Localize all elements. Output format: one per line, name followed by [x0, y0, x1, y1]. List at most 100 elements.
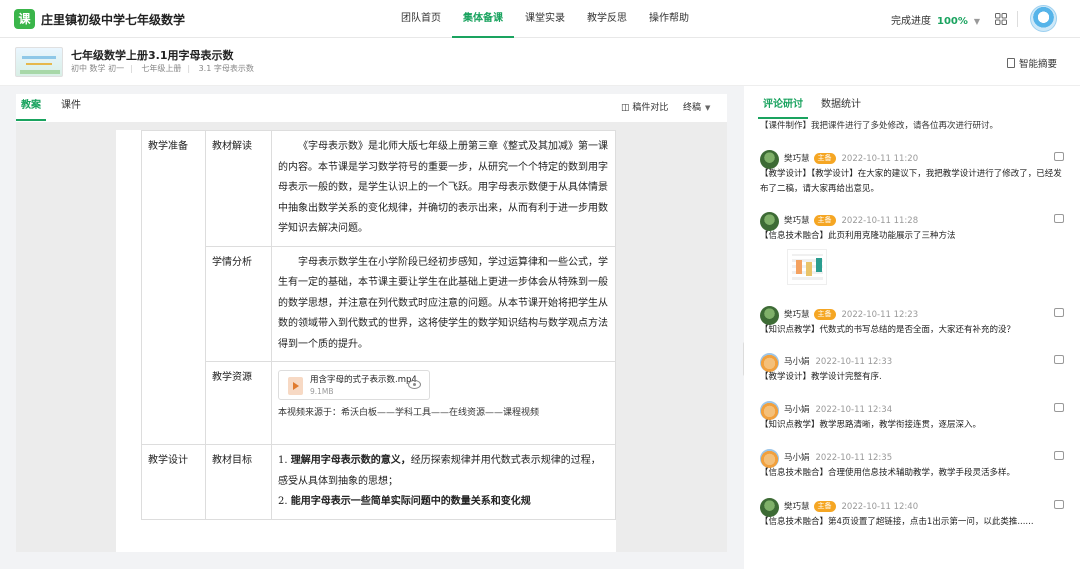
comment-author: 马小娟	[784, 405, 810, 415]
tab-comments[interactable]: 评论研讨	[758, 94, 808, 119]
bottom-spacer	[16, 552, 727, 569]
role-badge: 主备	[813, 501, 836, 512]
thumbs-up-icon[interactable]	[1054, 308, 1064, 317]
label-cell: 教学资源	[205, 361, 272, 445]
comment-time: 2022-10-11 12:33	[815, 357, 893, 367]
comment-text: 【知识点教学】教学思路清晰，教学衔接连贯，逐层深入。	[760, 420, 982, 430]
student-analysis-text: 字母表示数学生在小学阶段已经初步感知，学过运算律和一些公式，学生有一定的基础，本…	[278, 256, 608, 350]
tab-courseware[interactable]: 课件	[56, 94, 86, 120]
thumbs-up-icon[interactable]	[1054, 355, 1064, 364]
main-nav: 团队首页 集体备课 课堂实录 教学反思 操作帮助	[390, 0, 700, 38]
comment-time: 2022-10-11 12:23	[841, 310, 919, 320]
comment-text: 【知识点教学】代数式的书写总结的是否全面，大家还有补充的没？	[760, 325, 1016, 335]
thumbs-up-icon[interactable]	[1054, 451, 1064, 460]
thumbs-up-icon[interactable]	[1054, 152, 1064, 161]
label-cell: 学情分析	[205, 245, 272, 362]
comment-text: 【信息技术融合】此页利用克隆功能展示了三种方法	[760, 231, 956, 241]
lesson-plan-table: 教学准备 教材解读 《字母表示数》是北师大版七年级上册第三章《整式及其加减》第一…	[141, 130, 616, 520]
label-cell: 教材目标	[205, 444, 272, 520]
textbook-analysis-text: 《字母表示数》是北师大版七年级上册第三章《整式及其加减》第一课的内容。本节课是学…	[278, 141, 608, 234]
apps-grid-icon[interactable]	[995, 13, 1007, 25]
discussion-panel: 评论研讨 数据统计 【课件制作】我把课件进行了多处修改，请各位再次进行研讨。 樊…	[744, 86, 1080, 569]
content-cell: 1. 理解用字母表示数的意义，经历探索规律并用代数式表示规律的过程，感受从具体到…	[271, 444, 616, 520]
table-row: 教学资源 用含字母的式子表示数.mp4 9.1MB 本视频来源于：希沃白板——学…	[142, 361, 616, 445]
progress-dropdown[interactable]: 完成进度 100% ▼	[891, 12, 980, 27]
lesson-plan-panel: 教案 课件 ◫ 稿件对比 终稿 ▼ 教学准备 教材解读 《字母表示数》是北师大版七…	[16, 94, 727, 552]
category-cell: 教学设计	[141, 444, 206, 520]
thumbs-up-icon[interactable]	[1054, 500, 1064, 509]
left-tabs: 教案 课件	[16, 94, 96, 121]
comment-author: 马小娟	[784, 357, 810, 367]
document-icon	[1007, 58, 1015, 68]
comment-text: 【信息技术融合】第4页设置了超链接，点击1出示第一问，以此类推......	[760, 517, 1034, 527]
compare-button[interactable]: ◫ 稿件对比	[621, 100, 668, 113]
objective-item: 2. 能用字母表示一些简单实际问题中的数量关系和变化规	[278, 496, 531, 507]
thumbs-up-icon[interactable]	[1054, 214, 1064, 223]
user-avatar[interactable]	[1030, 5, 1057, 32]
comment-text: 【教学设计】教学设计完整有序.	[760, 372, 882, 382]
role-badge: 主备	[813, 153, 836, 164]
smart-summary-button[interactable]: 智能摘要	[1007, 56, 1057, 70]
top-bar: 课 庄里镇初级中学七年级数学 团队首页 集体备课 课堂实录 教学反思 操作帮助 …	[0, 0, 1080, 38]
video-file-icon	[288, 377, 303, 395]
table-row: 教学准备 教材解读 《字母表示数》是北师大版七年级上册第三章《整式及其加减》第一…	[141, 130, 616, 445]
comment-author: 樊巧慧	[784, 154, 810, 164]
comment-time: 2022-10-11 11:20	[841, 154, 919, 164]
smart-summary-label: 智能摘要	[1019, 59, 1058, 70]
compare-icon: ◫	[621, 103, 633, 113]
version-dropdown[interactable]: 终稿 ▼	[683, 100, 710, 113]
objective-item: 1. 理解用字母表示数的意义，经历探索规律并用代数式表示规律的过程，感受从具体到…	[278, 455, 601, 487]
thumbs-up-icon[interactable]	[1054, 403, 1064, 412]
nav-item-reflection[interactable]: 教学反思	[576, 0, 638, 38]
document-thumbnail	[15, 47, 63, 77]
comment-author: 樊巧慧	[784, 502, 810, 512]
nav-item-team-home[interactable]: 团队首页	[390, 0, 452, 38]
document-title: 七年级数学上册3.1用字母表示数	[71, 49, 234, 62]
comment-author: 樊巧慧	[784, 216, 810, 226]
meta-volume: 七年级上册	[141, 64, 182, 73]
tab-statistics[interactable]: 数据统计	[816, 94, 866, 116]
nav-item-help[interactable]: 操作帮助	[638, 0, 700, 38]
comment-time: 2022-10-11 12:40	[841, 502, 919, 512]
right-tabs: 评论研讨 数据统计	[758, 94, 874, 119]
preview-eye-icon[interactable]	[408, 380, 421, 389]
tab-lesson-plan[interactable]: 教案	[16, 94, 46, 121]
progress-label: 完成进度	[891, 16, 931, 27]
table-row: 学情分析 字母表示数学生在小学阶段已经初步感知，学过运算律和一些公式，学生有一定…	[142, 245, 616, 362]
chevron-down-icon: ▼	[705, 104, 711, 112]
role-badge: 主备	[813, 309, 836, 320]
progress-value: 100%	[937, 16, 968, 27]
comment-time: 2022-10-11 12:34	[815, 405, 893, 415]
label-cell: 教材解读	[205, 130, 272, 247]
content-cell: 《字母表示数》是北师大版七年级上册第三章《整式及其加减》第一课的内容。本节课是学…	[271, 130, 616, 247]
document-page: 教学准备 教材解读 《字母表示数》是北师大版七年级上册第三章《整式及其加减》第一…	[116, 130, 616, 552]
attachment-name: 用含字母的式子表示数.mp4	[310, 375, 417, 385]
comment-text: 【教学设计】【教学设计】在大家的建议下，我把教学设计进行了修改了，已经发布了二稿…	[760, 169, 1062, 194]
meta-lesson: 3.1 字母表示数	[198, 64, 254, 73]
comment-text-partial: 【课件制作】我把课件进行了多处修改，请各位再次进行研讨。	[760, 121, 999, 131]
document-viewer[interactable]: 教学准备 教材解读 《字母表示数》是北师大版七年级上册第三章《整式及其加减》第一…	[16, 122, 727, 552]
comment-author: 马小娟	[784, 453, 810, 463]
comment-text: 【信息技术融合】合理使用信息技术辅助教学，教学手段灵活多样。	[760, 468, 1016, 478]
content-cell: 用含字母的式子表示数.mp4 9.1MB 本视频来源于：希沃白板——学科工具——…	[271, 361, 616, 445]
meta-subject: 初中 数学 初一	[71, 64, 125, 73]
comment-list[interactable]: 【课件制作】我把课件进行了多处修改，请各位再次进行研讨。 樊巧慧 主备 2022-1…	[744, 120, 1080, 569]
category-cell: 教学准备	[141, 130, 206, 445]
divider	[1017, 11, 1018, 27]
nav-item-collective-prep[interactable]: 集体备课	[452, 0, 514, 38]
comment-image[interactable]	[787, 249, 827, 285]
app-name: 庄里镇初级中学七年级数学	[41, 13, 186, 27]
comment-author: 樊巧慧	[784, 310, 810, 320]
resource-source-text: 本视频来源于：希沃白板——学科工具——在线资源——课程视频	[278, 408, 540, 418]
video-attachment[interactable]: 用含字母的式子表示数.mp4 9.1MB	[278, 370, 430, 400]
content-cell: 字母表示数学生在小学阶段已经初步感知，学过运算律和一些公式，学生有一定的基础，本…	[271, 245, 616, 362]
attachment-size: 9.1MB	[310, 387, 334, 396]
comment-time: 2022-10-11 12:35	[815, 453, 893, 463]
table-row: 教学设计 教材目标 1. 理解用字母表示数的意义，经历探索规律并用代数式表示规律…	[141, 444, 616, 520]
role-badge: 主备	[813, 215, 836, 226]
app-logo[interactable]: 课	[14, 9, 35, 29]
nav-item-class-record[interactable]: 课堂实录	[514, 0, 576, 38]
comment-time: 2022-10-11 11:28	[841, 216, 919, 226]
chevron-down-icon: ▼	[973, 17, 981, 26]
document-meta: 初中 数学 初一 | 七年级上册 | 3.1 字母表示数	[71, 64, 254, 73]
